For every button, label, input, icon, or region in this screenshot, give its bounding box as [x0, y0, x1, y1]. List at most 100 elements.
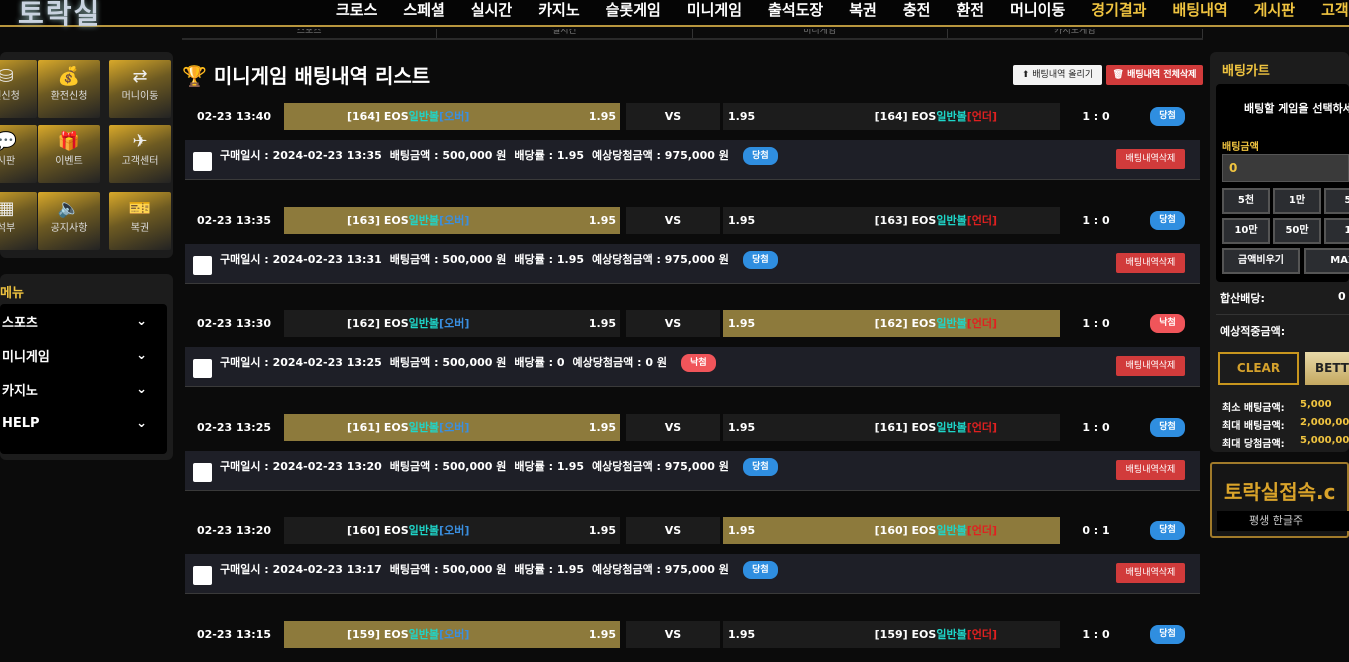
quick-amount-button[interactable]: 5천 — [1222, 188, 1270, 214]
away-team-button[interactable]: [164] EOS일반볼[언더] 1.95 — [723, 103, 1060, 130]
sidebar-tile[interactable]: 💬 시판 — [0, 125, 37, 183]
nav-item[interactable]: 게시판 — [1254, 0, 1308, 20]
home-team-button[interactable]: [163] EOS일반볼[오버] 1.95 — [284, 206, 620, 234]
bet-amount-part: 500,000 — [442, 356, 493, 369]
home-odds: 1.95 — [588, 627, 616, 641]
bet-amount: 배팅금액 : 500,000 원 — [390, 140, 507, 172]
delete-all-button[interactable]: 🗑 배팅내역 전체삭제 — [1106, 65, 1203, 85]
quick-amount-button[interactable]: 1만 — [1273, 188, 1321, 214]
bet-checkbox[interactable] — [193, 152, 212, 171]
site-logo[interactable]: 토락실 — [18, 0, 101, 32]
nav-item[interactable]: 슬롯게임 — [606, 0, 674, 20]
sub-tab[interactable]: 스포츠 — [182, 29, 438, 38]
delete-bet-button[interactable]: 배팅내역삭제 — [1116, 252, 1185, 273]
nav-item[interactable]: 복권 — [849, 0, 890, 20]
menu-list: 스포츠 ⌄ 미니게임 ⌄ 카지노 ⌄ HELP ⌄ — [0, 304, 167, 454]
quick-amount-button[interactable]: 1 — [1324, 218, 1349, 244]
expected-win: 예상당첨금액 : 975,000 원 — [592, 244, 729, 276]
amount-label: 배팅금액 — [1222, 142, 1259, 153]
menu-item-label: HELP — [2, 415, 40, 431]
sub-tab[interactable]: 카지노게임 — [948, 29, 1203, 38]
trophy-icon: 🏆 — [182, 64, 207, 88]
amount-input[interactable]: 0 — [1222, 154, 1349, 182]
ball-type: 일반볼 — [408, 524, 440, 537]
clear-button[interactable]: CLEAR — [1218, 352, 1299, 385]
bet-checkbox[interactable] — [193, 359, 212, 378]
home-team-button[interactable]: [159] EOS일반볼[오버] 1.95 — [284, 620, 620, 648]
nav-item[interactable]: 충전 — [903, 0, 944, 20]
bet-amount-part: 원 — [496, 252, 507, 266]
quick-amount-button[interactable]: 5 — [1324, 188, 1349, 214]
menu-item[interactable]: 미니게임 ⌄ — [0, 338, 167, 372]
delete-bet-button[interactable]: 배팅내역삭제 — [1116, 459, 1185, 480]
nav-item[interactable]: 미니게임 — [687, 0, 755, 20]
game: EOS — [383, 524, 409, 537]
purchase-time-part: 구매일시 : — [220, 252, 269, 266]
sub-tab[interactable]: 미니게임 — [693, 29, 948, 38]
home-team-button[interactable]: [160] EOS일반볼[오버] 1.95 — [284, 517, 620, 544]
pick-type: [오버] — [439, 213, 470, 227]
pick-type: [오버] — [439, 317, 470, 330]
sidebar-tile[interactable]: 💰 환전신청 — [38, 60, 100, 118]
purchase-time: 구매일시 : 2024-02-23 13:17 — [220, 554, 382, 586]
sidebar-tile[interactable]: ▦ 석부 — [0, 192, 37, 250]
menu-item[interactable]: 스포츠 ⌄ — [0, 304, 167, 338]
sidebar-tile[interactable]: ✈ 고객센터 — [109, 125, 171, 183]
home-team-name: [160] EOS일반볼[오버] — [347, 517, 469, 544]
nav-item[interactable]: 스페셜 — [403, 0, 457, 20]
home-team-name: [162] EOS일반볼[오버] — [347, 310, 469, 337]
sidebar-tile[interactable]: ⇄ 머니이동 — [109, 60, 171, 118]
bet-checkbox[interactable] — [193, 462, 212, 482]
quick-amount-button[interactable]: MAX — [1304, 248, 1349, 274]
quick-amount-button[interactable]: 50만 — [1273, 218, 1321, 244]
delete-bet-button[interactable]: 배팅내역삭제 — [1116, 356, 1185, 376]
sidebar-tile[interactable]: ⛁ 전신청 — [0, 60, 37, 118]
bet-checkbox[interactable] — [193, 566, 212, 585]
betting-button[interactable]: BETT — [1305, 352, 1349, 385]
delete-bet-button[interactable]: 배팅내역삭제 — [1116, 563, 1185, 583]
sidebar-tile[interactable]: 🔈 공지사항 — [38, 192, 100, 250]
bet-amount-part: 원 — [496, 459, 507, 473]
nav-item[interactable]: 실시간 — [471, 0, 525, 20]
nav-item[interactable]: 크로스 — [336, 0, 390, 20]
sidebar-tile[interactable]: 🎫 복권 — [109, 192, 171, 250]
tile-label: 이벤트 — [55, 156, 83, 167]
match-time: 02-23 13:40 — [196, 110, 272, 123]
sidebar-tile[interactable]: 🎁 이벤트 — [38, 125, 100, 183]
match-row: 02-23 13:25 [161] EOS일반볼[오버] 1.95 [161] EOS… — [185, 413, 1200, 441]
odds-rate-part: 배당률 : — [514, 563, 554, 576]
quick-amount-button[interactable]: 10만 — [1222, 218, 1270, 244]
away-team-button[interactable]: [162] EOS일반볼[언더] 1.95 — [723, 310, 1060, 337]
nav-item[interactable]: 고객센 — [1321, 0, 1349, 20]
round: [164] — [347, 110, 381, 123]
quick-amount-button[interactable]: 금액비우기 — [1222, 248, 1300, 274]
nav-item[interactable]: 머니이동 — [1010, 0, 1078, 20]
match-time: 02-23 13:35 — [196, 213, 272, 227]
away-team-button[interactable]: [160] EOS일반볼[언더] 1.95 — [723, 517, 1060, 544]
upload-bets-button[interactable]: ⬆ 배팅내역 올리기 — [1013, 65, 1102, 85]
delete-bet-button[interactable]: 배팅내역삭제 — [1116, 149, 1185, 169]
nav-item[interactable]: 경기결과 — [1091, 0, 1159, 20]
domain-banner[interactable]: 토락실접속.c 평생 한글주 — [1210, 462, 1349, 538]
bet-detail-row: 구매일시 : 2024-02-23 13:20 배팅금액 : 500,000 원배… — [185, 450, 1200, 491]
sub-tab[interactable]: 실시간 — [437, 29, 693, 38]
nav-item[interactable]: 출석도장 — [768, 0, 836, 20]
home-team-button[interactable]: [161] EOS일반볼[오버] 1.95 — [284, 413, 620, 441]
home-team-button[interactable]: [164] EOS일반볼[오버] 1.95 — [284, 103, 620, 130]
bet-checkbox[interactable] — [193, 255, 212, 275]
away-team-button[interactable]: [163] EOS일반볼[언더] 1.95 — [723, 206, 1060, 234]
menu-item[interactable]: HELP ⌄ — [0, 406, 167, 440]
menu-item[interactable]: 카지노 ⌄ — [0, 372, 167, 406]
home-team-name: [161] EOS일반볼[오버] — [347, 414, 469, 441]
away-team-button[interactable]: [159] EOS일반볼[언더] 1.95 — [723, 620, 1060, 648]
match-time: 02-23 13:25 — [196, 420, 272, 434]
total-odds-value: 0 — [1338, 290, 1346, 303]
nav-item[interactable]: 카지노 — [538, 0, 592, 20]
away-team-button[interactable]: [161] EOS일반볼[언더] 1.95 — [723, 413, 1060, 441]
ball-type: 일반볼 — [408, 420, 440, 434]
nav-item[interactable]: 배팅내역 — [1172, 0, 1240, 20]
pick-type: [언더] — [966, 213, 997, 227]
pick-type: [언더] — [966, 110, 997, 123]
home-team-button[interactable]: [162] EOS일반볼[오버] 1.95 — [284, 310, 620, 337]
nav-item[interactable]: 환전 — [956, 0, 997, 20]
